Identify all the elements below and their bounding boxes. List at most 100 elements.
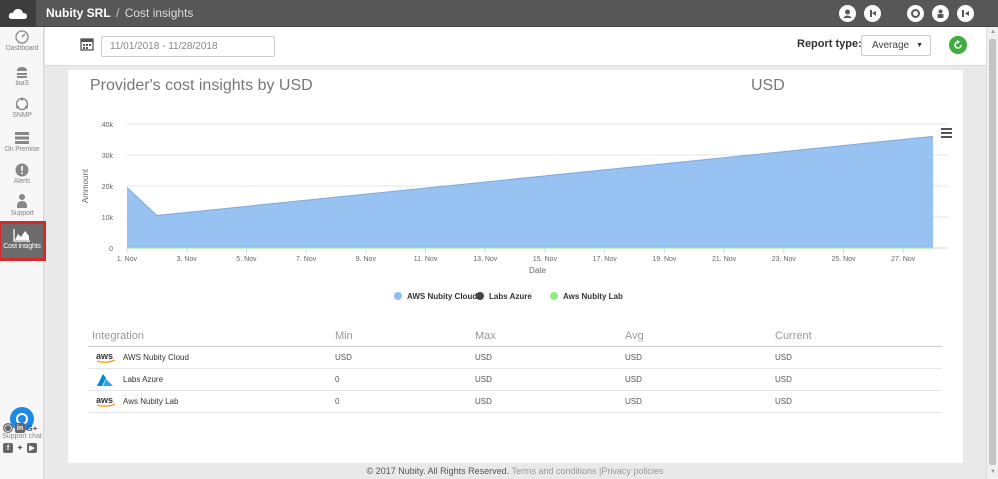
- table-row[interactable]: aws Aws Nubity Lab 0 USD USD USD: [88, 391, 942, 413]
- legend-label: Labs Azure: [489, 292, 532, 301]
- x-tick-label: 3. Nov: [177, 256, 198, 263]
- y-tick-label: 0: [109, 246, 113, 253]
- azure-icon: [97, 374, 113, 386]
- sidebar-item-label: Alerts: [13, 178, 31, 185]
- chevron-down-icon: ▼: [916, 42, 923, 49]
- sidebar-item-cost-insights[interactable]: Cost insights: [0, 221, 46, 261]
- svg-text:aws: aws: [96, 395, 113, 405]
- cost-insights-panel: Provider's cost insights by USD USD 0 10k…: [68, 70, 963, 463]
- sidebar-item-iaas[interactable]: IaaS: [0, 65, 44, 97]
- social-links-row-1: ◯ in G+: [3, 423, 37, 433]
- y-tick-label: 40k: [102, 122, 114, 129]
- current-value: USD: [775, 397, 792, 406]
- alert-icon: [15, 163, 29, 177]
- y-tick-label: 30k: [102, 153, 114, 160]
- scroll-up-icon[interactable]: ▲: [990, 29, 996, 35]
- top-bar: Nubity SRL / Cost insights: [0, 0, 998, 27]
- x-tick-label: 23. Nov: [772, 256, 797, 263]
- min-value: 0: [335, 397, 340, 406]
- x-axis-label: Date: [529, 266, 546, 275]
- integrations-table: Integration Min Max Avg Current aws AWS …: [88, 325, 942, 413]
- chart-unit: USD: [751, 77, 785, 94]
- user-add-icon[interactable]: [839, 5, 856, 22]
- series-area: [127, 136, 934, 248]
- refresh-icon: [954, 40, 962, 49]
- report-type-select[interactable]: Average ▼: [861, 35, 931, 56]
- x-tick-label: 17. Nov: [593, 256, 618, 263]
- table-header: Integration Min Max Avg Current: [88, 325, 942, 347]
- scrollbar-thumb[interactable]: [989, 39, 996, 465]
- terms-link[interactable]: Terms and conditions: [511, 466, 596, 476]
- youtube-icon[interactable]: ▶: [27, 443, 37, 453]
- logout-icon[interactable]: [957, 5, 974, 22]
- header-min: Min: [335, 330, 353, 342]
- x-tick-label: 27. Nov: [891, 256, 916, 263]
- sidebar-item-label: On Premise: [4, 146, 40, 153]
- scrollbar[interactable]: ▲ ▼: [986, 27, 998, 479]
- min-value: USD: [335, 353, 352, 362]
- avg-value: USD: [625, 375, 642, 384]
- server-icon: [15, 132, 29, 144]
- support-icon: [17, 194, 27, 208]
- legend-label: AWS Nubity Cloud: [407, 292, 477, 301]
- y-axis-label: Ammount: [81, 168, 90, 203]
- user-menu-icon[interactable]: [864, 5, 881, 22]
- settings-icon[interactable]: [907, 5, 924, 22]
- legend-marker: [550, 292, 558, 300]
- max-value: USD: [475, 375, 492, 384]
- x-tick-label: 7. Nov: [296, 256, 317, 263]
- sidebar-item-label: SNMP: [12, 112, 32, 119]
- x-tick-label: 1. Nov: [117, 256, 138, 263]
- x-tick-label: 25. Nov: [831, 256, 856, 263]
- twitter-icon[interactable]: ✦: [15, 443, 25, 453]
- table-row[interactable]: aws AWS Nubity Cloud USD USD USD USD: [88, 347, 942, 369]
- refresh-button[interactable]: [949, 36, 967, 54]
- sidebar-item-label: Dashboard: [5, 45, 39, 52]
- chart-title: Provider's cost insights by USD: [90, 77, 313, 94]
- logo[interactable]: [0, 0, 36, 27]
- sidebar-item-dashboard[interactable]: Dashboard: [0, 30, 44, 62]
- integration-name: AWS Nubity Cloud: [123, 353, 189, 362]
- sidebar-item-label: Cost insights: [3, 243, 41, 250]
- max-value: USD: [475, 397, 492, 406]
- date-range-input[interactable]: 11/01/2018 - 11/28/2018: [101, 36, 275, 57]
- sidebar-item-on-premise[interactable]: On Premise: [0, 131, 44, 163]
- current-value: USD: [775, 375, 792, 384]
- report-type-value: Average: [872, 40, 910, 51]
- legend-marker: [476, 292, 484, 300]
- github-icon[interactable]: ◯: [3, 423, 13, 433]
- scroll-down-icon[interactable]: ▼: [990, 469, 996, 475]
- y-tick-label: 10k: [102, 215, 114, 222]
- avg-value: USD: [625, 397, 642, 406]
- profile-icon[interactable]: [932, 5, 949, 22]
- legend-marker: [394, 292, 402, 300]
- calendar-icon[interactable]: [80, 37, 94, 51]
- x-tick-label: 9. Nov: [356, 256, 377, 263]
- table-row[interactable]: Labs Azure 0 USD USD USD: [88, 369, 942, 391]
- google-plus-icon[interactable]: G+: [27, 423, 38, 433]
- linkedin-icon[interactable]: in: [15, 423, 25, 433]
- aws-icon: aws: [96, 351, 116, 363]
- x-tick-label: 19. Nov: [652, 256, 677, 263]
- sidebar-item-alerts[interactable]: Alerts: [0, 163, 44, 195]
- sidebar-item-snmp[interactable]: SNMP: [0, 97, 44, 129]
- header-integration: Integration: [92, 330, 144, 342]
- sidebar-item-label: IaaS: [15, 80, 29, 87]
- facebook-icon[interactable]: f: [3, 443, 13, 453]
- report-type-label: Report type:: [797, 38, 862, 50]
- sidebar-item-support[interactable]: Support: [0, 193, 44, 225]
- integration-name: Labs Azure: [123, 375, 164, 384]
- x-tick-label: 13. Nov: [473, 256, 498, 263]
- breadcrumb-org[interactable]: Nubity SRL: [46, 6, 111, 20]
- privacy-link[interactable]: Privacy policies: [601, 466, 663, 476]
- breadcrumb-separator: /: [116, 6, 120, 20]
- cloud-icon: [8, 8, 28, 19]
- footer: © 2017 Nubity. All Rights Reserved. Term…: [44, 463, 986, 479]
- sidebar: Dashboard IaaS SNMP On Premise Alerts Su…: [0, 27, 46, 479]
- svg-text:aws: aws: [96, 351, 113, 361]
- max-value: USD: [475, 353, 492, 362]
- iaas-icon: [17, 67, 27, 78]
- current-value: USD: [775, 353, 792, 362]
- snmp-icon: [15, 97, 29, 111]
- header-max: Max: [475, 330, 496, 342]
